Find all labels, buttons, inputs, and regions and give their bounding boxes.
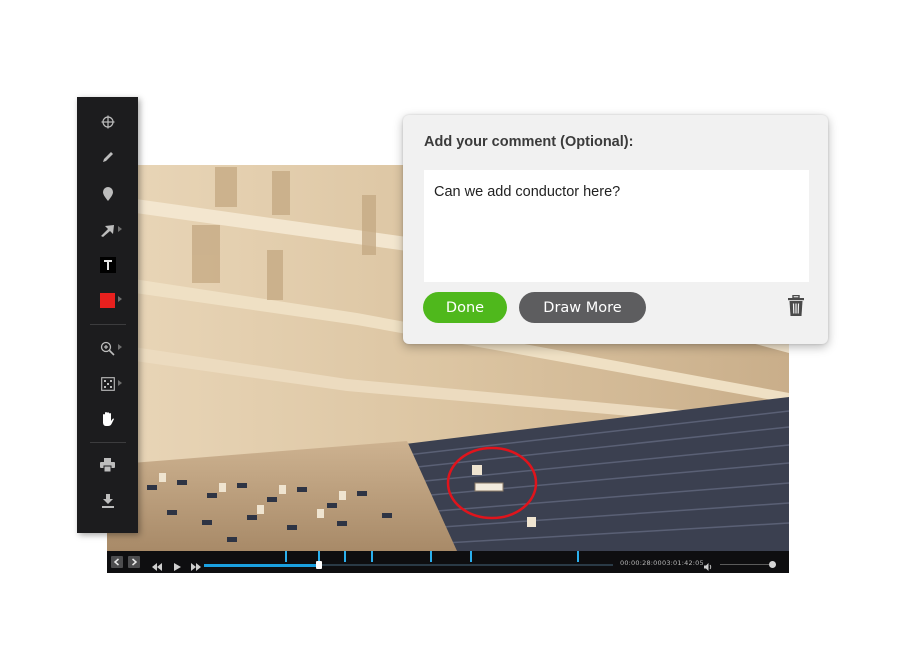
play-icon[interactable] bbox=[174, 558, 181, 576]
toolbar-divider bbox=[90, 442, 126, 443]
crosshair-icon[interactable] bbox=[77, 107, 138, 137]
annotation-toolbar bbox=[77, 97, 138, 533]
volume-icon[interactable] bbox=[704, 558, 713, 576]
flyout-indicator-icon bbox=[118, 380, 122, 386]
comment-marker[interactable] bbox=[430, 551, 432, 562]
flyout-indicator-icon bbox=[118, 344, 122, 350]
next-frame-button[interactable] bbox=[128, 556, 140, 568]
color-swatch-icon[interactable] bbox=[77, 285, 138, 315]
flyout-indicator-icon bbox=[118, 296, 122, 302]
text-tool-icon[interactable] bbox=[77, 250, 138, 280]
comment-marker[interactable] bbox=[577, 551, 579, 562]
comment-input[interactable]: Can we add conductor here? bbox=[424, 170, 809, 282]
pencil-icon[interactable] bbox=[77, 142, 138, 172]
hand-icon[interactable] bbox=[77, 404, 138, 434]
volume-track[interactable] bbox=[720, 564, 776, 565]
zoom-icon[interactable] bbox=[77, 333, 138, 363]
comment-marker[interactable] bbox=[371, 551, 373, 562]
done-button[interactable]: Done bbox=[423, 292, 507, 323]
arrow-icon[interactable] bbox=[77, 215, 138, 245]
current-time: 00:00:28:00 bbox=[620, 559, 662, 567]
flyout-indicator-icon bbox=[118, 226, 122, 232]
draw-more-button[interactable]: Draw More bbox=[519, 292, 646, 323]
trash-icon[interactable] bbox=[787, 294, 805, 317]
comment-marker[interactable] bbox=[470, 551, 472, 562]
prev-frame-button[interactable] bbox=[111, 556, 123, 568]
comment-marker[interactable] bbox=[285, 551, 287, 562]
map-pin-icon[interactable] bbox=[77, 179, 138, 209]
comment-marker[interactable] bbox=[344, 551, 346, 562]
timeline-scrubber[interactable] bbox=[316, 561, 322, 569]
player-controls: 00:00:28:00 03:01:42:05 bbox=[107, 551, 789, 573]
timeline-progress bbox=[204, 564, 319, 567]
total-time: 03:01:42:05 bbox=[662, 559, 704, 567]
volume-knob[interactable] bbox=[769, 561, 776, 568]
fit-screen-icon[interactable] bbox=[77, 369, 138, 399]
comment-popup: Add your comment (Optional): Can we add … bbox=[403, 115, 828, 344]
rewind-icon[interactable] bbox=[152, 558, 162, 576]
print-icon[interactable] bbox=[77, 450, 138, 480]
popup-title: Add your comment (Optional): bbox=[424, 134, 634, 150]
download-icon[interactable] bbox=[77, 486, 138, 516]
fast-forward-icon[interactable] bbox=[191, 558, 201, 576]
toolbar-divider bbox=[90, 324, 126, 325]
